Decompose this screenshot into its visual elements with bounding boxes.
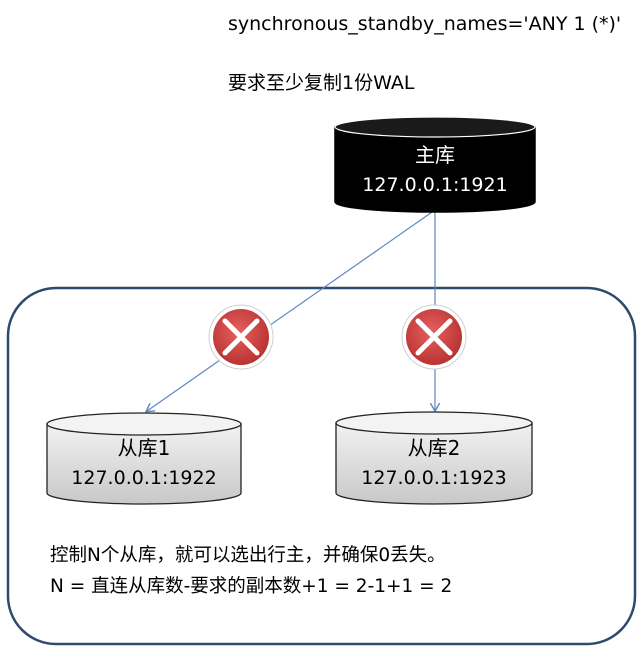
standby2-address: 127.0.0.1:1923 (361, 467, 506, 489)
standby1-name: 从库1 (118, 436, 171, 460)
standby1-database-cylinder: 从库1 127.0.0.1:1922 (46, 412, 242, 505)
standby2-name: 从库2 (408, 436, 461, 460)
primary-database-cylinder: 主库 127.0.0.1:1921 (334, 116, 536, 213)
replication-diagram: synchronous_standby_names='ANY 1 (*)' 要求… (6, 13, 637, 646)
config-line: synchronous_standby_names='ANY 1 (*)' (228, 13, 621, 35)
failure-marker-right (401, 304, 467, 370)
primary-name: 主库 (415, 143, 455, 167)
requirement-text: 要求至少复制1份WAL (228, 72, 415, 94)
note-line-1: 控制N个从库，就可以选出行主，并确保0丢失。 (50, 545, 446, 566)
note-line-2: N = 直连从库数-要求的副本数+1 = 2-1+1 = 2 (50, 576, 452, 597)
failure-marker-left (208, 304, 274, 370)
standby2-database-cylinder: 从库2 127.0.0.1:1923 (335, 411, 533, 505)
primary-address: 127.0.0.1:1921 (362, 174, 507, 196)
standby1-address: 127.0.0.1:1922 (71, 467, 216, 489)
